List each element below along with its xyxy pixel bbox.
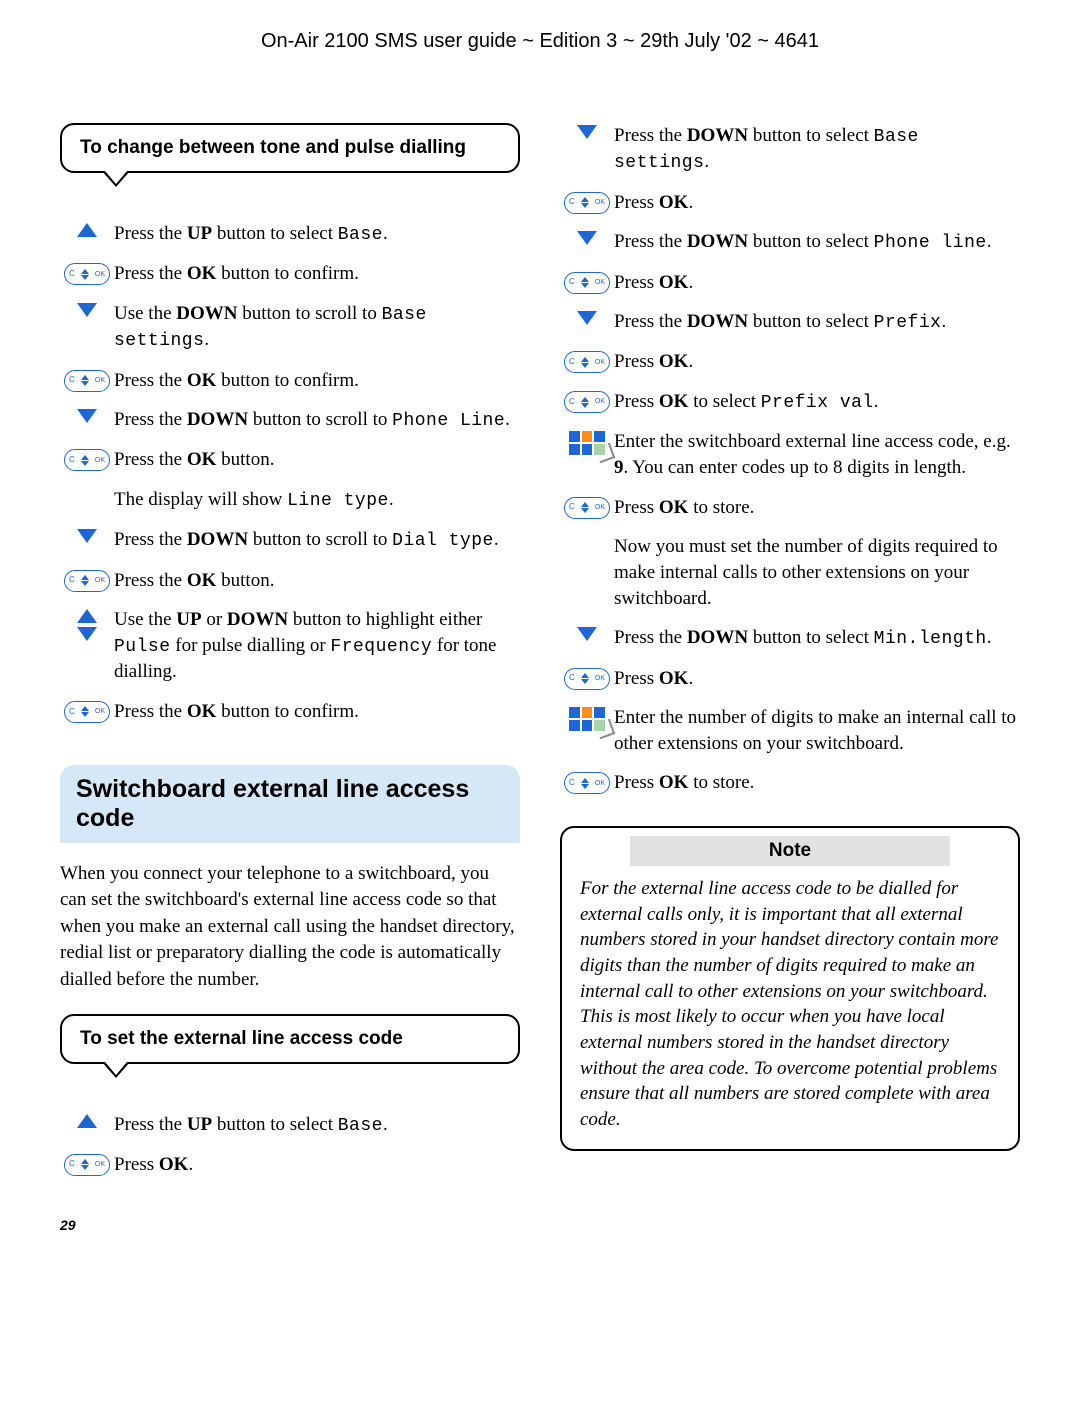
callout-title: To set the external line access code [80, 1028, 403, 1049]
down-arrow-icon [577, 231, 597, 245]
instruction-step: Press the UP button to select Base. [60, 1112, 520, 1138]
step-text: Press the UP button to select Base. [114, 221, 520, 247]
step-text: Press the OK button to confirm. [114, 368, 520, 394]
instruction-step: COKPress OK. [560, 666, 1020, 692]
ok-button-icon: COK [64, 701, 110, 723]
section-heading-switchboard: Switchboard external line access code [60, 765, 520, 843]
steps-list-2: Press the UP button to select Base.COKPr… [60, 1112, 520, 1178]
keypad-icon [569, 707, 605, 731]
speech-tail-icon [102, 171, 130, 187]
ok-button-icon: COK [564, 192, 610, 214]
ok-button-icon: COK [64, 263, 110, 285]
page-number: 29 [60, 1217, 520, 1233]
page-header: On-Air 2100 SMS user guide ~ Edition 3 ~… [60, 30, 1020, 53]
instruction-step: COKPress the OK button. [60, 568, 520, 594]
ok-button-icon: COK [64, 449, 110, 471]
note-title: Note [630, 836, 950, 866]
up-arrow-icon [77, 223, 97, 237]
ok-button-icon: COK [64, 1154, 110, 1176]
instruction-step: Press the DOWN button to scroll to Phone… [60, 407, 520, 433]
instruction-step: COKPress the OK button. [60, 447, 520, 473]
instruction-step: Press the UP button to select Base. [60, 221, 520, 247]
instruction-step: COKPress OK to store. [560, 770, 1020, 796]
instruction-step: Press the DOWN button to select Phone li… [560, 229, 1020, 255]
instruction-step: COKPress OK. [560, 270, 1020, 296]
down-arrow-icon [77, 409, 97, 423]
instruction-step: COKPress OK. [560, 349, 1020, 375]
ok-button-icon: COK [564, 391, 610, 413]
instruction-step: Press the DOWN button to scroll to Dial … [60, 527, 520, 553]
step-text: Use the UP or DOWN button to highlight e… [114, 607, 520, 685]
ok-button-icon: COK [564, 668, 610, 690]
two-column-layout: To change between tone and pulse diallin… [60, 123, 1020, 1233]
step-text: Now you must set the number of digits re… [614, 534, 1020, 611]
ok-button-icon: COK [564, 497, 610, 519]
instruction-step: The display will show Line type. [60, 487, 520, 513]
callout-title: To change between tone and pulse diallin… [80, 137, 466, 158]
steps-list-right: Press the DOWN button to select Base set… [560, 123, 1020, 796]
down-arrow-icon [577, 125, 597, 139]
section-body-text: When you connect your telephone to a swi… [60, 861, 520, 994]
step-text: Press OK to store. [614, 770, 1020, 796]
instruction-step: COKPress the OK button to confirm. [60, 699, 520, 725]
ok-button-icon: COK [564, 351, 610, 373]
step-text: Enter the switchboard external line acce… [614, 429, 1020, 480]
instruction-step: Press the DOWN button to select Base set… [560, 123, 1020, 176]
note-body: For the external line access code to be … [580, 876, 1000, 1132]
instruction-step: COKPress OK to select Prefix val. [560, 389, 1020, 415]
step-text: Press the DOWN button to scroll to Dial … [114, 527, 520, 553]
step-text: Use the DOWN button to scroll to Base se… [114, 301, 520, 354]
ok-button-icon: COK [64, 370, 110, 392]
right-column: Press the DOWN button to select Base set… [560, 123, 1020, 1233]
instruction-step: Enter the number of digits to make an in… [560, 705, 1020, 756]
instruction-step: Enter the switchboard external line acce… [560, 429, 1020, 480]
up-arrow-icon [77, 1114, 97, 1128]
instruction-step: COKPress OK. [60, 1152, 520, 1178]
step-text: Press OK to select Prefix val. [614, 389, 1020, 415]
page: On-Air 2100 SMS user guide ~ Edition 3 ~… [0, 0, 1080, 1273]
step-text: The display will show Line type. [114, 487, 520, 513]
instruction-step: Press the DOWN button to select Min.leng… [560, 625, 1020, 651]
step-text: Press OK. [614, 270, 1020, 296]
instruction-step: COKPress the OK button to confirm. [60, 261, 520, 287]
callout-set-access-code: To set the external line access code [60, 1014, 520, 1064]
note-box: Note For the external line access code t… [560, 826, 1020, 1150]
step-text: Press the UP button to select Base. [114, 1112, 520, 1138]
instruction-step: COKPress the OK button to confirm. [60, 368, 520, 394]
left-column: To change between tone and pulse diallin… [60, 123, 520, 1233]
down-arrow-icon [577, 627, 597, 641]
step-text: Press the DOWN button to select Prefix. [614, 309, 1020, 335]
step-text: Press OK to store. [614, 495, 1020, 521]
instruction-step: Now you must set the number of digits re… [560, 534, 1020, 611]
ok-button-icon: COK [64, 570, 110, 592]
ok-button-icon: COK [564, 272, 610, 294]
steps-list-1: Press the UP button to select Base.COKPr… [60, 221, 520, 725]
step-text: Press OK. [614, 666, 1020, 692]
step-text: Press the OK button. [114, 447, 520, 473]
step-text: Enter the number of digits to make an in… [614, 705, 1020, 756]
step-text: Press OK. [614, 190, 1020, 216]
callout-tone-pulse: To change between tone and pulse diallin… [60, 123, 520, 173]
up-down-arrow-icon [77, 609, 97, 641]
step-text: Press the OK button to confirm. [114, 699, 520, 725]
step-text: Press OK. [114, 1152, 520, 1178]
instruction-step: COKPress OK. [560, 190, 1020, 216]
instruction-step: Press the DOWN button to select Prefix. [560, 309, 1020, 335]
step-text: Press the OK button. [114, 568, 520, 594]
speech-tail-icon [102, 1062, 130, 1078]
ok-button-icon: COK [564, 772, 610, 794]
down-arrow-icon [77, 529, 97, 543]
step-text: Press the OK button to confirm. [114, 261, 520, 287]
step-text: Press the DOWN button to select Min.leng… [614, 625, 1020, 651]
down-arrow-icon [77, 303, 97, 317]
down-arrow-icon [577, 311, 597, 325]
instruction-step: COKPress OK to store. [560, 495, 1020, 521]
keypad-icon [569, 431, 605, 455]
instruction-step: Use the UP or DOWN button to highlight e… [60, 607, 520, 685]
instruction-step: Use the DOWN button to scroll to Base se… [60, 301, 520, 354]
step-text: Press the DOWN button to select Phone li… [614, 229, 1020, 255]
step-text: Press the DOWN button to scroll to Phone… [114, 407, 520, 433]
step-text: Press OK. [614, 349, 1020, 375]
step-text: Press the DOWN button to select Base set… [614, 123, 1020, 176]
